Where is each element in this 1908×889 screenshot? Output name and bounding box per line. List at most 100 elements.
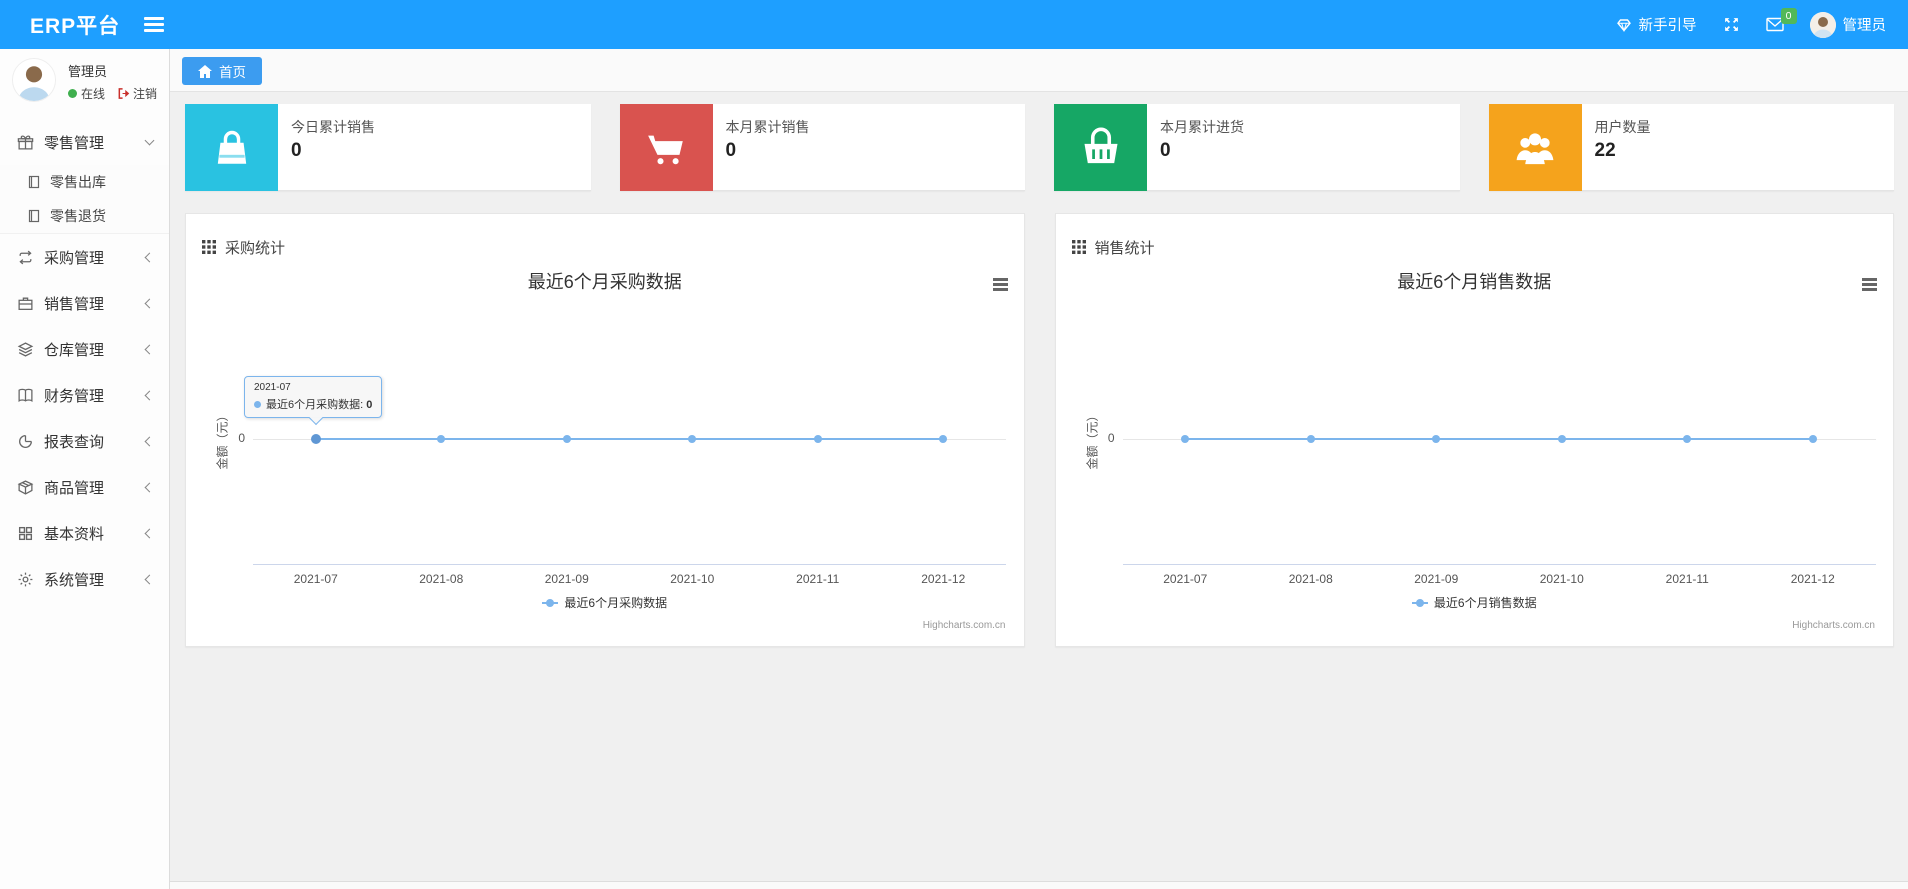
stat-value: 0: [725, 140, 737, 161]
tooltip-value: 0: [366, 399, 373, 411]
message-count-badge: 0: [1780, 8, 1797, 24]
chevron-left-icon: [144, 344, 155, 354]
sign-out-icon: [118, 88, 130, 99]
data-point[interactable]: [310, 434, 321, 444]
horizontal-scrollbar[interactable]: [170, 881, 1908, 889]
document-icon: [27, 209, 41, 223]
x-tick-label: 2021-09: [544, 572, 589, 586]
data-point[interactable]: [562, 435, 571, 443]
panel-title: 采购统计: [225, 239, 286, 257]
guide-button[interactable]: 新手引导: [1616, 14, 1697, 35]
sidebar-item-label: 报表查询: [44, 433, 105, 451]
legend-item[interactable]: 最近6个月销售数据: [1056, 594, 1894, 611]
gift-icon: [17, 134, 34, 151]
th-grid-icon: [202, 239, 216, 254]
stat-title: 本月累计进货: [1160, 119, 1244, 135]
username-label: 管理员: [1842, 18, 1887, 34]
app-logo: ERP平台: [30, 14, 121, 38]
stat-title: 用户数量: [1594, 119, 1651, 135]
sidebar-item-label: 零售出库: [50, 174, 106, 190]
credits-link[interactable]: Highcharts.com.cn: [1792, 620, 1875, 631]
panel-title: 销售统计: [1094, 239, 1155, 257]
chart-title: 最近6个月采购数据: [527, 272, 682, 292]
sidebar-item-reports[interactable]: 报表查询: [0, 418, 169, 464]
sidebar-item-goods[interactable]: 商品管理: [0, 464, 169, 510]
tooltip-series-label: 最近6个月采购数据:: [266, 399, 367, 411]
sidebar-item-purchase[interactable]: 采购管理: [0, 234, 169, 280]
top-navbar: ERP平台 新手引导 0 管理员: [0, 0, 1908, 49]
sidebar-item-label: 零售管理: [44, 134, 105, 152]
sidebar-item-sales[interactable]: 销售管理: [0, 280, 169, 326]
chevron-left-icon: [144, 528, 155, 538]
chevron-left-icon: [144, 482, 155, 492]
x-tick-label: 2021-11: [1665, 572, 1709, 586]
sidebar-username: 管理员: [68, 64, 108, 79]
pie-chart-icon: [17, 433, 34, 450]
stat-value: 22: [1594, 140, 1616, 161]
chart-title: 最近6个月销售数据: [1397, 272, 1552, 292]
credits-link[interactable]: Highcharts.com.cn: [923, 620, 1006, 631]
data-point[interactable]: [1181, 435, 1190, 443]
tab-home[interactable]: 首页: [182, 57, 262, 85]
chart-context-menu-icon[interactable]: [992, 276, 1008, 293]
data-point[interactable]: [939, 435, 948, 443]
tooltip-series-dot: [254, 401, 261, 408]
sidebar-item-retail-return[interactable]: 零售退货: [0, 199, 169, 233]
sales-chart: 最近6个月销售数据 金额（元） 0 2021-07 2021-08 2021-09 2021…: [1056, 264, 1894, 648]
gear-icon: [17, 571, 34, 588]
chevron-left-icon: [144, 574, 155, 584]
stat-card-month-sales: 本月累计销售 0: [619, 104, 1025, 191]
data-point[interactable]: [1306, 435, 1315, 443]
chevron-left-icon: [144, 252, 155, 262]
data-point[interactable]: [1432, 435, 1441, 443]
avatar: [1809, 11, 1836, 38]
x-tick-label: 2021-08: [1288, 572, 1333, 586]
x-tick-label: 2021-08: [419, 572, 464, 586]
grid-icon: [17, 525, 34, 542]
data-point[interactable]: [1683, 435, 1692, 443]
stat-cards-row: 今日累计销售 0 本月累计销售 0 本月累计进货 0 用户数量 22: [185, 104, 1894, 191]
chart-context-menu-icon[interactable]: [1862, 276, 1877, 293]
chevron-left-icon: [144, 390, 155, 400]
chart-tooltip: 2021-07 最近6个月采购数据: 0: [244, 376, 383, 426]
sidebar-item-warehouse[interactable]: 仓库管理: [0, 326, 169, 372]
repeat-icon: [17, 249, 34, 266]
data-point[interactable]: [813, 435, 822, 443]
shopping-bag-icon: [185, 104, 278, 191]
stat-card-month-purchase: 本月累计进货 0: [1054, 104, 1460, 191]
legend-label: 最近6个月采购数据: [564, 596, 668, 610]
sidebar-item-system[interactable]: 系统管理: [0, 556, 169, 602]
sidebar-item-retail[interactable]: 零售管理: [0, 119, 169, 165]
legend-marker-dot: [1415, 598, 1424, 607]
user-menu[interactable]: 管理员: [1809, 11, 1887, 38]
fullscreen-icon: [1723, 16, 1740, 33]
x-tick-label: 2021-07: [293, 572, 338, 586]
y-tick-label: 0: [1107, 431, 1115, 445]
book-icon: [17, 387, 34, 404]
sidebar-toggle-icon[interactable]: [144, 14, 165, 36]
tooltip-arrow: [308, 410, 324, 426]
sidebar-item-retail-out[interactable]: 零售出库: [0, 165, 169, 199]
legend-item[interactable]: 最近6个月采购数据: [186, 594, 1024, 611]
messages-button[interactable]: 0: [1765, 8, 1797, 32]
document-icon: [27, 175, 41, 189]
shopping-cart-icon: [619, 104, 713, 191]
logout-button[interactable]: 注销: [117, 85, 157, 102]
sidebar-item-label: 基本资料: [44, 525, 105, 543]
chevron-down-icon: [144, 135, 155, 146]
purchase-stats-panel: 采购统计 最近6个月采购数据 金额（元） 0 2021-07 2021-08 2021-0…: [185, 213, 1025, 647]
data-point[interactable]: [1808, 435, 1817, 443]
stat-value: 0: [291, 140, 302, 161]
stat-value: 0: [1160, 140, 1171, 161]
fullscreen-button[interactable]: [1723, 16, 1740, 33]
breadcrumb: 首页: [170, 49, 1908, 92]
data-point[interactable]: [688, 435, 697, 443]
x-tick-label: 2021-10: [1539, 572, 1584, 586]
stat-card-today-sales: 今日累计销售 0: [185, 104, 591, 191]
sidebar-item-finance[interactable]: 财务管理: [0, 372, 169, 418]
sidebar-item-basic-data[interactable]: 基本资料: [0, 510, 169, 556]
data-point[interactable]: [1557, 435, 1566, 443]
purchase-chart: 最近6个月采购数据 金额（元） 0 2021-07 2021-08 2021-09 2021…: [186, 264, 1024, 648]
sidebar-user-block: 管理员 在线 注销: [0, 49, 169, 115]
data-point[interactable]: [437, 435, 446, 443]
